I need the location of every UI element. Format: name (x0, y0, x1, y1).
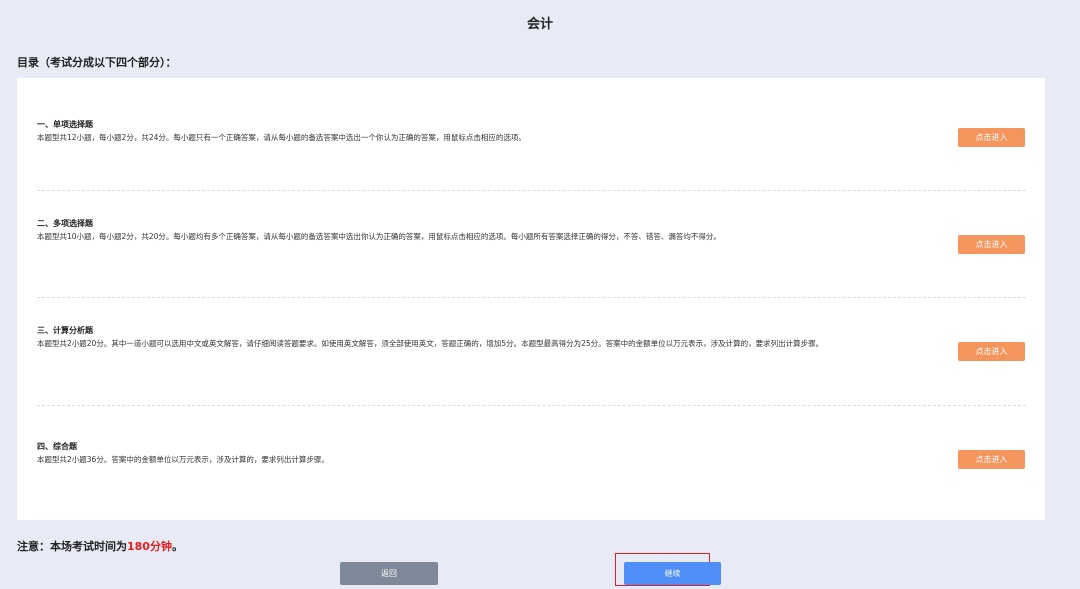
section-divider (37, 297, 1026, 298)
section-title: 二、多项选择题 (37, 219, 93, 228)
section-divider (37, 405, 1026, 406)
enter-comprehensive-button[interactable]: 点击进入 (958, 450, 1025, 469)
enter-single-choice-button[interactable]: 点击进入 (958, 128, 1025, 147)
section-description: 本题型共2小题36分。答案中的金额单位以万元表示，涉及计算的，要求列出计算步骤。 (37, 455, 329, 464)
section-title: 四、综合题 (37, 442, 77, 451)
toc-heading: 目录（考试分成以下四个部分）： (17, 56, 177, 69)
notice-prefix: 注意：本场考试时间为 (17, 540, 127, 553)
page-title: 会计 (526, 17, 553, 32)
section-description: 本题型共2小题20分。其中一道小题可以选用中文或英文解答，请仔细阅读答题要求。如… (37, 339, 824, 348)
section-single-choice: 一、单项选择题 本题型共12小题，每小题2分，共24分。每小题只有一个正确答案，… (37, 119, 837, 144)
section-comprehensive: 四、综合题 本题型共2小题36分。答案中的金额单位以万元表示，涉及计算的，要求列… (37, 441, 837, 466)
back-button[interactable]: 返回 (340, 562, 438, 585)
section-description: 本题型共10小题，每小题2分，共20分。每小题均有多个正确答案，请从每小题的备选… (37, 232, 721, 241)
section-title: 一、单项选择题 (37, 120, 93, 129)
section-multiple-choice: 二、多项选择题 本题型共10小题，每小题2分，共20分。每小题均有多个正确答案，… (37, 218, 837, 243)
section-divider (37, 190, 1026, 191)
exam-duration: 180分钟 (127, 540, 172, 553)
continue-button[interactable]: 继续 (624, 562, 721, 585)
exam-time-notice: 注意：本场考试时间为180分钟。 (17, 538, 183, 554)
section-description: 本题型共12小题，每小题2分，共24分。每小题只有一个正确答案，请从每小题的备选… (37, 133, 526, 142)
enter-calculation-analysis-button[interactable]: 点击进入 (958, 342, 1025, 361)
sections-panel: 一、单项选择题 本题型共12小题，每小题2分，共24分。每小题只有一个正确答案，… (17, 78, 1045, 520)
section-calculation-analysis: 三、计算分析题 本题型共2小题20分。其中一道小题可以选用中文或英文解答，请仔细… (37, 325, 837, 350)
section-title: 三、计算分析题 (37, 326, 93, 335)
enter-multiple-choice-button[interactable]: 点击进入 (958, 235, 1025, 254)
notice-suffix: 。 (171, 540, 183, 553)
